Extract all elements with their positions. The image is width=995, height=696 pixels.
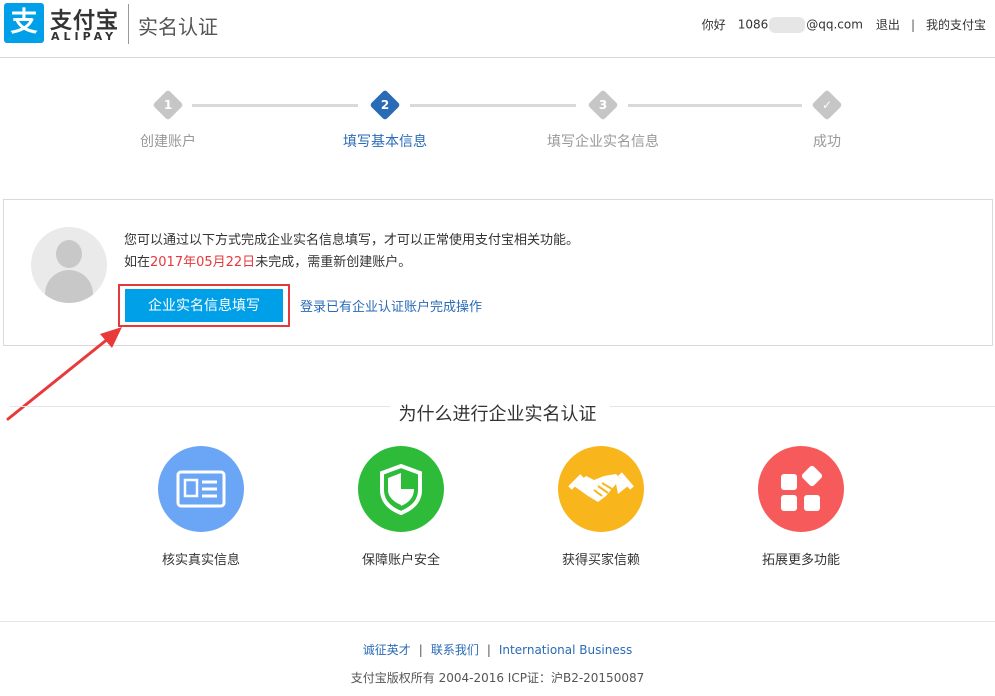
fill-enterprise-info-button[interactable]: 企业实名信息填写 xyxy=(125,289,283,322)
feature-buyer-trust: 获得买家信赖 xyxy=(531,446,671,568)
user-nav: 你好 1086 @qq.com 退出 | 我的支付宝 xyxy=(702,16,986,33)
step-label: 填写企业实名信息 xyxy=(547,134,659,150)
feature-verify-info: 核实真实信息 xyxy=(131,446,271,568)
page-title: 实名认证 xyxy=(138,15,218,39)
footer-links: 诚征英才 | 联系我们 | International Business xyxy=(0,641,995,658)
avatar xyxy=(31,227,107,303)
logout-link[interactable]: 退出 xyxy=(876,16,900,33)
nav-separator: | xyxy=(910,17,915,32)
step-number-badge: 1 xyxy=(152,89,184,121)
footer-link-contact[interactable]: 联系我们 xyxy=(431,643,479,657)
email-mask xyxy=(769,16,806,33)
logo-divider xyxy=(128,4,129,44)
deadline-date: 2017年05月22日 xyxy=(150,255,256,270)
verification-panel: 您可以通过以下方式完成企业实名信息填写，才可以正常使用支付宝相关功能。 如在20… xyxy=(3,199,993,346)
feature-more-functions: 拓展更多功能 xyxy=(731,446,871,568)
step-number-badge: 3 xyxy=(587,89,619,121)
feature-label: 拓展更多功能 xyxy=(761,553,840,568)
step-number-badge: 2 xyxy=(369,89,401,121)
step-label: 创建账户 xyxy=(140,134,196,150)
footer-link-careers[interactable]: 诚征英才 xyxy=(363,643,411,657)
user-email: 1086 @qq.com xyxy=(737,16,863,33)
logo-text-en: ALIPAY xyxy=(51,30,118,43)
id-card-icon xyxy=(158,446,244,532)
feature-label: 核实真实信息 xyxy=(161,553,240,568)
alipay-logo-icon: 支 xyxy=(4,3,44,43)
header: 支 支付宝 ALIPAY 实名认证 你好 1086 @qq.com 退出 | 我的… xyxy=(0,0,995,58)
my-alipay-link[interactable]: 我的支付宝 xyxy=(926,16,986,33)
footer-divider xyxy=(0,621,995,622)
copyright-text: 支付宝版权所有 2004-2016 ICP证：沪B2-20150087 xyxy=(350,671,645,685)
footer-separator: | xyxy=(486,643,491,657)
alipay-logo[interactable]: 支 支付宝 ALIPAY xyxy=(4,3,126,43)
apps-icon xyxy=(758,446,844,532)
feature-label: 保障账户安全 xyxy=(361,553,440,568)
handshake-icon xyxy=(558,446,644,532)
step-enterprise-info: 3 填写企业实名信息 xyxy=(533,88,673,151)
notice-text: 您可以通过以下方式完成企业实名信息填写，才可以正常使用支付宝相关功能。 xyxy=(124,233,580,248)
email-prefix: 1086 xyxy=(737,17,769,31)
deadline-notice: 如在2017年05月22日未完成，需重新创建账户。 xyxy=(124,251,411,270)
greeting-text: 你好 xyxy=(701,18,726,32)
highlight-box: 企业实名信息填写 xyxy=(118,284,290,327)
feature-account-security: 保障账户安全 xyxy=(331,446,471,568)
why-section-title: 为什么进行企业实名认证 xyxy=(398,404,597,425)
step-label: 填写基本信息 xyxy=(343,134,427,150)
avatar-body-icon xyxy=(45,270,93,303)
step-label: 成功 xyxy=(813,134,841,150)
email-suffix: @qq.com xyxy=(806,17,863,31)
avatar-head-icon xyxy=(56,240,82,268)
shield-icon xyxy=(358,446,444,532)
footer-separator: | xyxy=(418,643,423,657)
progress-steps: 1 创建账户 2 填写基本信息 3 填写企业实名信息 ✓ 成功 xyxy=(0,88,995,158)
checkmark-icon: ✓ xyxy=(811,89,843,121)
deadline-suffix: 未完成，需重新创建账户。 xyxy=(255,255,412,270)
login-existing-account-link[interactable]: 登录已有企业认证账户完成操作 xyxy=(300,296,482,315)
step-success: ✓ 成功 xyxy=(757,88,897,151)
deadline-prefix: 如在 xyxy=(124,255,151,270)
step-basic-info: 2 填写基本信息 xyxy=(315,88,455,151)
footer-link-international[interactable]: International Business xyxy=(499,643,632,657)
step-create-account: 1 创建账户 xyxy=(98,88,238,151)
feature-label: 获得买家信赖 xyxy=(561,553,640,568)
